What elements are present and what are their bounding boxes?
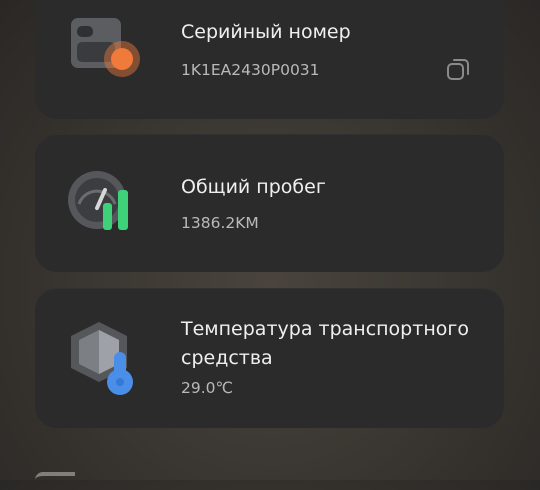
- serial-number-card: Серийный номер 1K1EA2430P0031: [35, 0, 504, 119]
- serial-number-title: Серийный номер: [181, 21, 351, 43]
- serial-number-value: 1K1EA2430P0031: [181, 61, 320, 79]
- odometer-icon: [67, 168, 143, 240]
- vehicle-temperature-value: 29.0℃: [181, 379, 233, 397]
- vehicle-temperature-card: Температура транспортного средства 29.0℃: [35, 288, 504, 428]
- copy-icon[interactable]: [445, 56, 473, 88]
- total-mileage-card: Общий пробег 1386.2KM: [35, 134, 504, 272]
- device-icon: [67, 16, 143, 86]
- total-mileage-title: Общий пробег: [181, 176, 326, 198]
- total-mileage-value: 1386.2KM: [181, 214, 259, 232]
- next-card-edge: [35, 472, 75, 490]
- temperature-icon: [67, 318, 147, 402]
- vehicle-temperature-title: Температура транспортного средства: [181, 318, 469, 369]
